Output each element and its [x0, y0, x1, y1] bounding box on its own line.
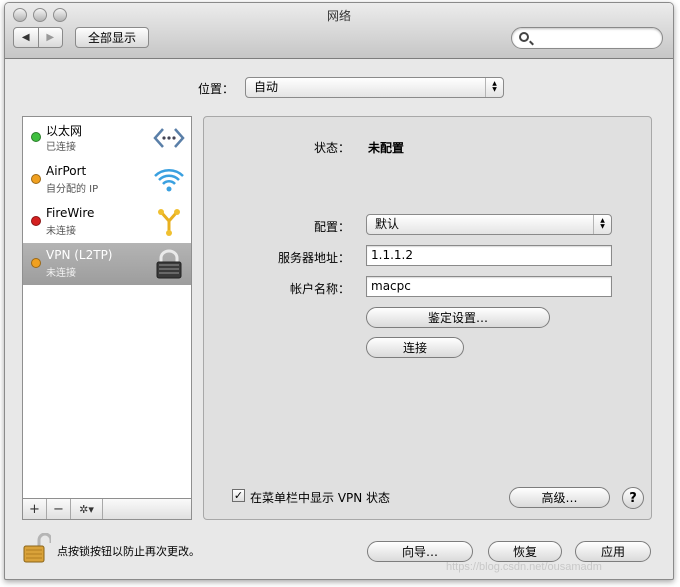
- service-name: VPN (L2TP): [46, 248, 113, 262]
- revert-button[interactable]: 恢复: [488, 541, 562, 562]
- location-value: 自动: [254, 80, 279, 94]
- vpn-lock-icon: [156, 249, 182, 279]
- firewire-icon: [158, 209, 180, 236]
- lock-hint-text: 点按锁按钮以防止再次更改。: [57, 545, 200, 558]
- search-field[interactable]: [511, 27, 663, 49]
- back-forward-group: ◀ ▶: [13, 27, 63, 48]
- window-title: 网络: [326, 9, 351, 23]
- configuration-value: 默认: [375, 217, 400, 231]
- service-status: 未连接: [46, 226, 76, 237]
- show-vpn-status-label: 在菜单栏中显示 VPN 状态: [250, 491, 391, 505]
- help-button[interactable]: ?: [622, 487, 644, 509]
- service-list: 以太网 已连接 AirPort 自分配的 IP FireWire 未连接 VPN…: [22, 116, 192, 520]
- account-name-label: 帐户名称：: [289, 282, 350, 296]
- service-status: 自分配的 IP: [46, 184, 99, 195]
- status-label: 状态：: [313, 141, 350, 155]
- status-value: 未配置: [368, 141, 405, 155]
- show-all-button[interactable]: 全部显示: [75, 27, 149, 48]
- service-item-ethernet[interactable]: 以太网 已连接: [23, 117, 191, 159]
- apply-button[interactable]: 应用: [575, 541, 651, 562]
- lock-icon[interactable]: [23, 533, 51, 563]
- service-item-vpn[interactable]: VPN (L2TP) 未连接: [23, 243, 191, 285]
- service-status: 已连接: [46, 142, 76, 153]
- service-name: FireWire: [46, 206, 95, 220]
- configuration-popup[interactable]: 默认 ▲ ▼: [366, 214, 612, 235]
- watermark: https://blog.csdn.net/ousamadm: [446, 561, 602, 573]
- popup-arrows-icon: ▲ ▼: [485, 78, 503, 97]
- forward-button[interactable]: ▶: [37, 28, 63, 47]
- assist-me-button[interactable]: 向导…: [367, 541, 473, 562]
- back-button[interactable]: ◀: [14, 28, 38, 47]
- back-arrow-icon: ◀: [21, 32, 30, 43]
- authentication-settings-button[interactable]: 鉴定设置…: [366, 307, 550, 328]
- service-status: 未连接: [46, 268, 76, 279]
- network-preferences-window: 网络 ◀ ▶ 全部显示 位置： 自动 ▲ ▼ 以太网 已连接 AirPort 自…: [4, 2, 674, 580]
- server-address-label: 服务器地址：: [277, 251, 350, 265]
- forward-arrow-icon: ▶: [46, 32, 55, 43]
- service-name: AirPort: [46, 164, 87, 178]
- status-dot-green: [31, 132, 41, 142]
- location-popup[interactable]: 自动 ▲ ▼: [245, 77, 504, 98]
- server-address-field[interactable]: 1.1.1.2: [366, 245, 612, 266]
- search-icon: [519, 32, 529, 42]
- gear-icon[interactable]: ✲▾: [71, 499, 103, 519]
- add-service-button[interactable]: +: [23, 499, 47, 519]
- popup-arrows-icon: ▲ ▼: [593, 215, 611, 234]
- titlebar: 网络 ◀ ▶ 全部显示: [5, 3, 673, 59]
- service-item-firewire[interactable]: FireWire 未连接: [23, 201, 191, 243]
- remove-service-button[interactable]: −: [47, 499, 71, 519]
- show-vpn-status-checkbox[interactable]: ✓: [232, 489, 245, 502]
- status-dot-orange: [31, 174, 41, 184]
- advanced-button[interactable]: 高级…: [509, 487, 610, 508]
- account-name-field[interactable]: macpc: [366, 276, 612, 297]
- configuration-label: 配置：: [313, 220, 350, 234]
- location-label: 位置：: [198, 82, 235, 96]
- ethernet-icon: [153, 128, 185, 148]
- connect-button[interactable]: 连接: [366, 337, 464, 358]
- service-name: 以太网: [46, 124, 83, 138]
- status-dot-orange: [31, 258, 41, 268]
- service-item-airport[interactable]: AirPort 自分配的 IP: [23, 159, 191, 201]
- service-list-toolbar: + − ✲▾: [22, 498, 192, 520]
- status-dot-red: [31, 216, 41, 226]
- wifi-icon: [154, 169, 184, 192]
- detail-panel: 状态： 未配置 配置： 默认 ▲ ▼ 服务器地址： 1.1.1.2 帐户名称： m…: [203, 116, 652, 520]
